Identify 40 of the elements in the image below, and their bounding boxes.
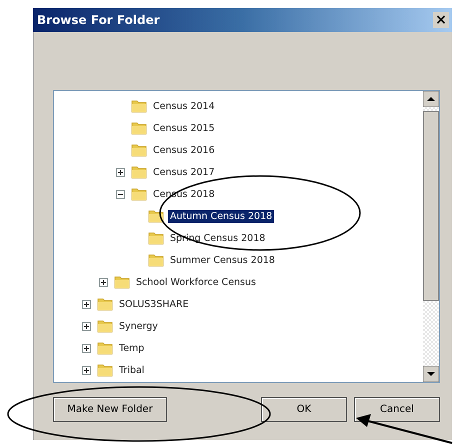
expand-icon[interactable] xyxy=(82,300,91,308)
scroll-down-icon[interactable] xyxy=(423,366,439,382)
tree-item[interactable]: Census 2014 xyxy=(151,100,217,112)
folder-icon xyxy=(131,187,147,201)
cancel-button[interactable]: Cancel xyxy=(354,397,440,422)
tree-item[interactable]: Synergy xyxy=(117,320,160,332)
close-button[interactable]: × xyxy=(433,12,449,28)
folder-icon xyxy=(148,231,164,245)
folder-icon xyxy=(97,297,113,311)
tree-item[interactable]: School Workforce Census xyxy=(134,276,258,288)
folder-icon xyxy=(131,165,147,179)
expand-icon[interactable] xyxy=(82,344,91,352)
ok-button[interactable]: OK xyxy=(261,397,347,422)
folder-icon xyxy=(97,341,113,355)
tree-item[interactable]: Tribal xyxy=(117,364,146,376)
folder-icon xyxy=(114,275,130,289)
folder-icon xyxy=(131,121,147,135)
tree-item[interactable]: SOLUS3SHARE xyxy=(117,298,191,310)
folder-icon xyxy=(97,363,113,377)
scroll-up-icon[interactable] xyxy=(423,91,439,107)
scrollbar[interactable] xyxy=(423,91,439,382)
expand-icon[interactable] xyxy=(82,366,91,374)
folder-icon xyxy=(97,319,113,333)
tree-item[interactable]: Census 2016 xyxy=(151,144,217,156)
expand-icon[interactable] xyxy=(99,278,108,286)
tree-item[interactable]: Census 2015 xyxy=(151,122,217,134)
tree-item[interactable]: Summer Census 2018 xyxy=(168,254,277,266)
collapse-icon[interactable] xyxy=(116,190,125,198)
window-title: Browse For Folder xyxy=(37,13,160,27)
tree-item[interactable]: Autumn Census 2018 xyxy=(168,210,274,222)
new-folder-button[interactable]: Make New Folder xyxy=(53,397,167,422)
folder-icon xyxy=(148,253,164,267)
expand-icon[interactable] xyxy=(82,322,91,330)
folder-icon xyxy=(148,209,164,223)
tree-item[interactable]: Temp xyxy=(117,342,146,354)
scroll-thumb[interactable] xyxy=(423,111,439,301)
folder-icon xyxy=(131,143,147,157)
tree-item[interactable]: Census 2017 xyxy=(151,166,217,178)
expand-icon[interactable] xyxy=(116,168,125,176)
folder-icon xyxy=(131,99,147,113)
